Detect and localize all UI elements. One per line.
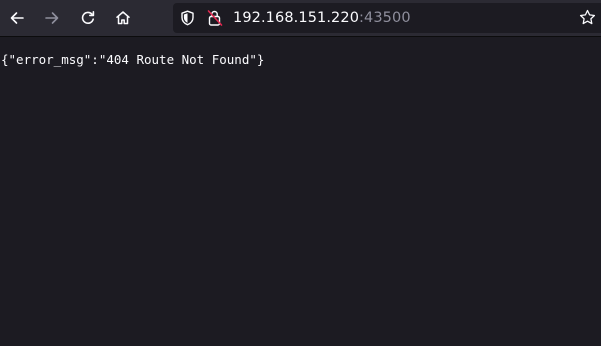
arrow-left-icon <box>10 12 24 24</box>
forward-button[interactable] <box>37 3 67 33</box>
home-icon <box>116 11 130 25</box>
url-host: 192.168.151.220 <box>233 10 360 26</box>
address-bar[interactable]: 192.168.151.220:43500 <box>173 3 601 33</box>
url-port: :43500 <box>359 10 411 26</box>
page-content: {"error_msg":"404 Route Not Found"} <box>0 37 601 346</box>
shield-icon[interactable] <box>180 10 195 31</box>
star-icon[interactable] <box>579 9 596 31</box>
reload-button[interactable] <box>73 3 103 33</box>
arrow-right-icon <box>45 12 59 24</box>
back-button[interactable] <box>2 3 32 33</box>
insecure-lock-icon[interactable] <box>207 9 223 32</box>
url-text[interactable]: 192.168.151.220:43500 <box>233 9 411 27</box>
reload-icon <box>81 11 95 24</box>
browser-toolbar: 192.168.151.220:43500 <box>0 0 601 37</box>
json-response-text: {"error_msg":"404 Route Not Found"} <box>1 52 265 67</box>
home-button[interactable] <box>108 3 138 33</box>
